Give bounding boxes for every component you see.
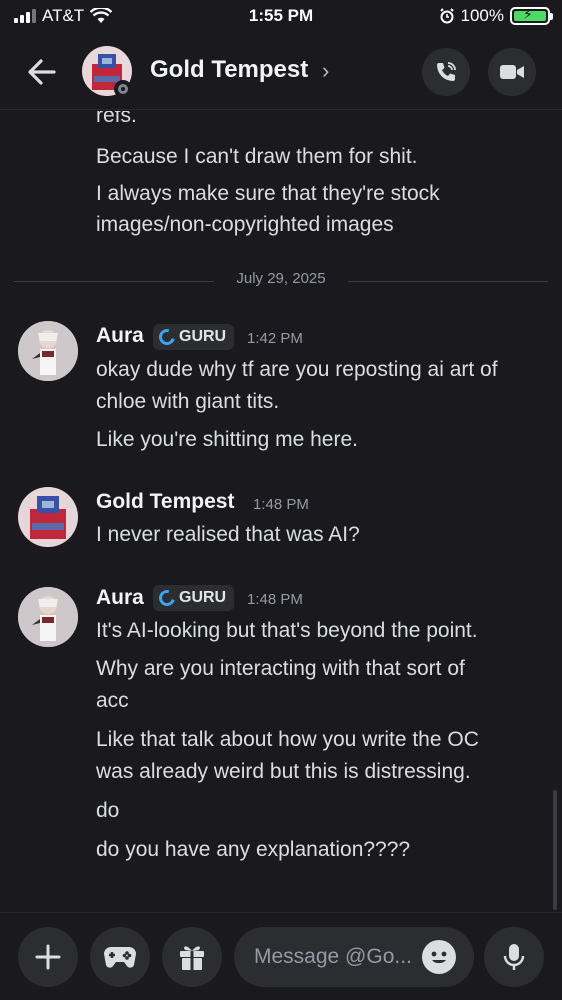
emoji-icon[interactable] <box>422 940 456 974</box>
message-line: It's AI-looking but that's beyond the po… <box>96 619 478 642</box>
message-author[interactable]: Aura <box>96 324 144 348</box>
composer-bar <box>0 912 562 1000</box>
avatar-gold-tempest[interactable] <box>18 487 78 547</box>
activities-button[interactable] <box>90 927 150 987</box>
message-line: do you have any explanation???? <box>96 838 411 861</box>
date-divider: July 29, 2025 <box>14 269 548 293</box>
message-line: images/non-copyrighted images <box>96 213 394 236</box>
guru-moon-icon <box>156 587 178 609</box>
message-line: Why are you interacting with that sort o… <box>96 657 465 680</box>
message-line: refs. <box>96 111 137 127</box>
message-line: acc <box>96 689 129 712</box>
plus-icon <box>35 944 61 970</box>
message-timestamp: 1:42 PM <box>247 330 303 347</box>
phone-icon <box>437 62 456 81</box>
avatar-aura[interactable] <box>18 587 78 647</box>
message-input[interactable] <box>254 927 424 987</box>
alarm-icon <box>439 8 454 24</box>
offline-status-icon <box>114 80 132 98</box>
back-arrow-icon[interactable] <box>22 52 62 92</box>
gift-icon <box>180 946 204 970</box>
message-line: do <box>96 799 120 822</box>
message-line: Like you're shitting me here. <box>96 428 358 451</box>
microphone-icon <box>503 944 525 970</box>
battery-icon: ⚡ <box>510 6 553 25</box>
message-line: Because I can't draw them for shit. <box>96 145 418 168</box>
message-input-box[interactable] <box>234 927 474 987</box>
message-timestamp: 1:48 PM <box>253 496 309 513</box>
message-list[interactable]: refs. Because I can't draw them for shit… <box>0 111 562 911</box>
message-line: chloe with giant tits. <box>96 390 280 413</box>
voice-message-button[interactable] <box>484 927 544 987</box>
message-author[interactable]: Aura <box>96 586 144 610</box>
status-bar: AT&T 1:55 PM 100% ⚡ <box>0 0 562 34</box>
message-line: was already weird but this is distressin… <box>96 760 471 783</box>
badge-label: GURU <box>179 589 227 606</box>
message-line: okay dude why tf are you reposting ai ar… <box>96 358 498 381</box>
message-timestamp: 1:48 PM <box>247 591 303 608</box>
message-author[interactable]: Gold Tempest <box>96 490 234 514</box>
guru-moon-icon <box>156 326 178 348</box>
voice-call-button[interactable] <box>422 48 470 96</box>
message-line: I never realised that was AI? <box>96 523 360 546</box>
add-attachment-button[interactable] <box>18 927 78 987</box>
gift-button[interactable] <box>162 927 222 987</box>
battery-label: 100% <box>460 6 504 25</box>
message-line: Like that talk about how you write the O… <box>96 728 479 751</box>
date-divider-label: July 29, 2025 <box>236 270 326 287</box>
avatar-aura[interactable] <box>18 321 78 381</box>
message-line: I always make sure that they're stock <box>96 182 440 205</box>
badge-label: GURU <box>179 328 227 345</box>
dm-header: Gold Tempest › <box>0 34 562 110</box>
chevron-right-icon[interactable]: › <box>322 58 329 84</box>
video-call-button[interactable] <box>488 48 536 96</box>
guru-badge[interactable]: GURU <box>153 585 235 611</box>
gamepad-icon <box>104 947 136 968</box>
scrollbar[interactable] <box>553 790 557 910</box>
header-title[interactable]: Gold Tempest <box>150 56 308 84</box>
guru-badge[interactable]: GURU <box>153 324 235 350</box>
video-camera-icon <box>500 65 524 79</box>
